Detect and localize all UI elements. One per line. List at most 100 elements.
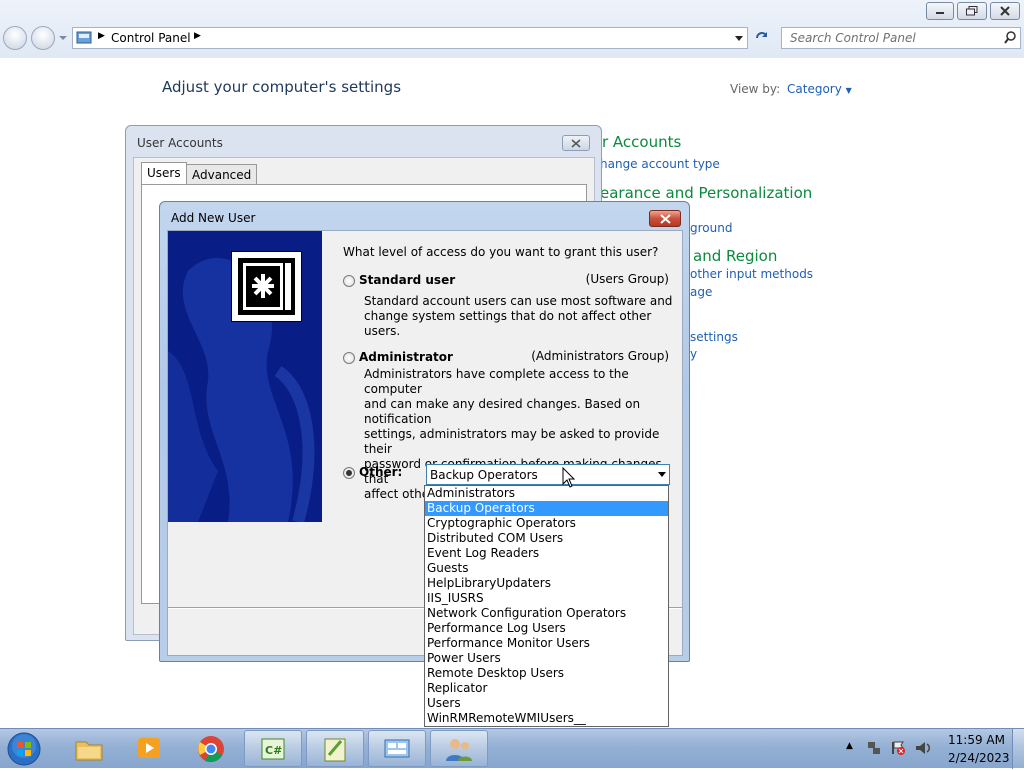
dropdown-item[interactable]: Replicator xyxy=(425,681,668,696)
clock-time[interactable]: 11:59 AM xyxy=(948,733,1005,747)
desc-line: settings, administrators may be asked to… xyxy=(364,427,660,456)
tab-users[interactable]: Users xyxy=(141,162,187,185)
dropdown-item[interactable]: Remote Desktop Users xyxy=(425,666,668,681)
taskbar-chrome[interactable] xyxy=(182,730,240,767)
breadcrumb-control-panel[interactable]: Control Panel xyxy=(111,31,191,45)
language-link[interactable]: age xyxy=(690,285,712,299)
dropdown-item[interactable]: Guests xyxy=(425,561,668,576)
start-button[interactable] xyxy=(4,731,48,767)
view-by-label: View by: xyxy=(730,82,781,96)
network-icon[interactable] xyxy=(866,740,882,756)
control-panel-icon xyxy=(384,739,410,758)
dropdown-item[interactable]: Cryptographic Operators xyxy=(425,516,668,531)
search-icon[interactable] xyxy=(1004,31,1017,45)
forward-button[interactable] xyxy=(31,26,55,50)
input-methods-link[interactable]: other input methods xyxy=(690,267,813,281)
other-label[interactable]: Other: xyxy=(359,465,402,479)
taskbar-control-panel[interactable] xyxy=(368,730,426,767)
breadcrumb-arrow-icon[interactable]: ▶ xyxy=(98,31,105,41)
change-account-type-link[interactable]: hange account type xyxy=(600,157,720,171)
user-accounts-title: User Accounts xyxy=(137,136,223,150)
user-key-icon xyxy=(231,251,302,322)
refresh-icon[interactable] xyxy=(754,31,770,45)
dropdown-item[interactable]: Users xyxy=(425,696,668,711)
standard-user-label[interactable]: Standard user xyxy=(359,273,455,287)
taskbar-file-explorer[interactable] xyxy=(60,730,118,767)
standard-user-description: Standard account users can use most soft… xyxy=(364,294,682,339)
taskbar-csharp-project[interactable]: C# xyxy=(244,730,302,767)
dropdown-item[interactable]: HelpLibraryUpdaters xyxy=(425,576,668,591)
recent-pages-chevron-icon[interactable] xyxy=(59,36,67,40)
taskbar: C# ▲ 11:59 AM 2/24/2023 xyxy=(0,728,1024,769)
wizard-banner-image xyxy=(168,231,322,522)
dropdown-item[interactable]: Administrators xyxy=(425,486,668,501)
taskbar-user-accounts[interactable] xyxy=(430,730,488,767)
category-appearance-link[interactable]: earance and Personalization xyxy=(600,184,812,202)
administrator-label[interactable]: Administrator xyxy=(359,350,453,364)
volume-icon[interactable] xyxy=(914,740,932,756)
add-new-user-close-button[interactable] xyxy=(649,210,681,227)
category-clock-region-link[interactable]: and Region xyxy=(693,247,777,265)
dropdown-item[interactable]: Power Users xyxy=(425,651,668,666)
tab-advanced[interactable]: Advanced xyxy=(186,164,258,184)
taskbar-media-player[interactable] xyxy=(120,730,178,767)
close-icon xyxy=(571,139,581,148)
media-player-icon xyxy=(138,738,160,758)
other-radio[interactable] xyxy=(343,467,355,479)
window-close-button[interactable] xyxy=(990,2,1020,20)
dropdown-item[interactable]: WinRMRemoteWMIUsers__ xyxy=(425,711,668,726)
key-card-icon xyxy=(238,258,295,315)
explorer-toolbar: ▶ Control Panel ▶ Search Control Panel xyxy=(0,0,1024,58)
administrator-group: (Administrators Group) xyxy=(531,349,669,363)
chevron-down-icon[interactable] xyxy=(658,472,666,477)
minimize-icon xyxy=(936,12,944,14)
close-icon xyxy=(659,214,671,224)
group-dropdown-list[interactable]: Administrators Backup Operators Cryptograp… xyxy=(424,485,669,727)
chevron-down-icon: ▼ xyxy=(845,86,852,95)
csharp-project-icon: C# xyxy=(261,738,285,760)
action-center-icon[interactable] xyxy=(890,740,906,756)
dropdown-item[interactable]: Event Log Readers xyxy=(425,546,668,561)
desc-line: Standard account users can use most soft… xyxy=(364,294,673,308)
page-title: Adjust your computer's settings xyxy=(162,78,402,96)
dropdown-item[interactable]: Backup Operators xyxy=(425,501,668,516)
address-bar[interactable]: ▶ Control Panel ▶ xyxy=(72,27,748,49)
show-desktop-button[interactable] xyxy=(1012,729,1024,769)
user-accounts-close-button[interactable] xyxy=(562,135,590,151)
category-user-accounts-link[interactable]: r Accounts xyxy=(602,133,681,151)
show-hidden-icons-icon[interactable]: ▲ xyxy=(846,741,853,751)
dropdown-item[interactable]: Performance Log Users xyxy=(425,621,668,636)
standard-user-radio[interactable] xyxy=(343,275,355,287)
view-by-dropdown[interactable]: Category ▼ xyxy=(787,82,852,96)
minimize-button[interactable] xyxy=(926,2,954,20)
dropdown-item[interactable]: Network Configuration Operators xyxy=(425,606,668,621)
search-placeholder: Search Control Panel xyxy=(790,31,916,45)
desc-line: Administrators have complete access to t… xyxy=(364,367,629,396)
taskbar-notepad-plus-plus[interactable] xyxy=(306,730,364,767)
access-level-question: What level of access do you want to gran… xyxy=(343,245,659,259)
breadcrumb-arrow-icon[interactable]: ▶ xyxy=(194,31,201,41)
dropdown-item[interactable]: Distributed COM Users xyxy=(425,531,668,546)
administrator-radio[interactable] xyxy=(343,352,355,364)
desc-line: and can make any desired changes. Based … xyxy=(364,397,641,426)
add-new-user-title: Add New User xyxy=(171,211,256,225)
other-group-value: Backup Operators xyxy=(430,468,538,482)
background-link[interactable]: ground xyxy=(690,221,732,235)
accessibility-link[interactable]: y xyxy=(690,347,697,361)
notepad-plus-plus-icon xyxy=(324,738,346,762)
address-dropdown-icon[interactable] xyxy=(735,36,743,41)
mouse-cursor-icon xyxy=(562,467,576,488)
clock-date[interactable]: 2/24/2023 xyxy=(948,751,1010,765)
other-group-combobox[interactable]: Backup Operators xyxy=(426,464,670,485)
dropdown-item[interactable]: IIS_IUSRS xyxy=(425,591,668,606)
standard-user-group: (Users Group) xyxy=(585,272,669,286)
user-accounts-icon xyxy=(446,739,472,761)
restore-button[interactable] xyxy=(957,2,987,20)
file-explorer-icon xyxy=(75,741,103,761)
desc-line: change system settings that do not affec… xyxy=(364,309,652,338)
close-icon xyxy=(1000,6,1010,16)
dropdown-item[interactable]: Performance Monitor Users xyxy=(425,636,668,651)
back-button[interactable] xyxy=(3,26,27,50)
search-input[interactable]: Search Control Panel xyxy=(781,27,1021,49)
settings-link[interactable]: settings xyxy=(690,330,738,344)
